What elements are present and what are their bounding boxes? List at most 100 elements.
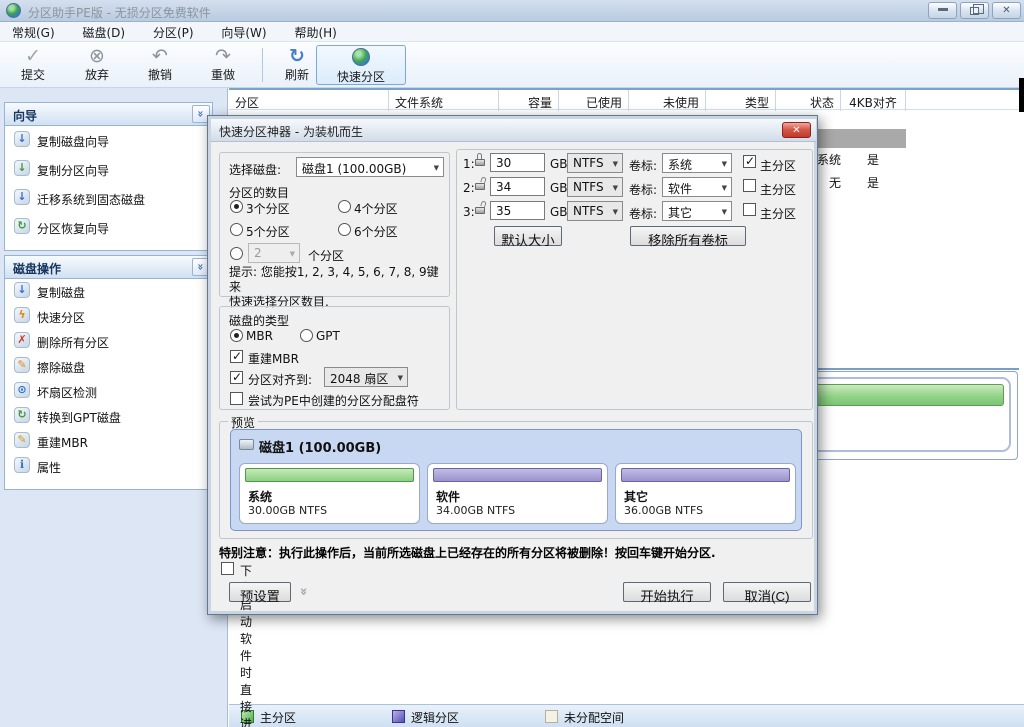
size-input-3[interactable]: 35 <box>490 201 545 220</box>
radio-5-partitions[interactable] <box>230 223 243 236</box>
sidebar-item-copy-disk[interactable]: ↓ 复制磁盘 <box>5 279 212 304</box>
menu-help[interactable]: 帮助(H) <box>282 22 348 42</box>
menu-partition[interactable]: 分区(P) <box>141 22 206 42</box>
menu-wizard[interactable]: 向导(W) <box>209 22 278 42</box>
sidebar: 向导 « ↓ 复制磁盘向导 ↓ 复制分区向导 ↓ 迁移系统到固态磁盘 ↻ 分区恢… <box>0 88 228 727</box>
radio-4-partitions[interactable] <box>338 200 351 213</box>
redo-icon: ↷ <box>194 45 252 67</box>
radio-mbr[interactable] <box>230 329 243 342</box>
chevron-collapse-icon[interactable]: « <box>297 587 312 595</box>
sidebar-item-copy-disk-wizard[interactable]: ↓ 复制磁盘向导 <box>5 126 212 155</box>
chevron-down-icon: ▼ <box>398 374 403 382</box>
radio-6-partitions[interactable] <box>338 223 351 236</box>
cancel-button[interactable]: 取消(C) <box>723 582 811 602</box>
copy-disk-icon: ↓ <box>14 282 30 298</box>
disk-icon <box>239 439 254 450</box>
preview-partition-software[interactable]: 软件 34.00GB NTFS <box>427 463 608 524</box>
fs-dropdown-1[interactable]: NTFS▼ <box>567 153 623 173</box>
volume-dropdown-3[interactable]: 其它▼ <box>662 201 732 221</box>
col-filesystem[interactable]: 文件系统 <box>389 90 499 111</box>
preview-partition-other[interactable]: 其它 36.00GB NTFS <box>615 463 796 524</box>
sidebar-item-delete-all-partitions[interactable]: ✗ 删除所有分区 <box>5 329 212 354</box>
partition-bar-purple <box>621 468 790 482</box>
align-dropdown[interactable]: 2048 扇区▼ <box>324 367 408 387</box>
disk-type-label: 磁盘的类型 <box>229 312 289 329</box>
undo-button[interactable]: ↶ 撤销 <box>131 45 189 85</box>
sidebar-item-rebuild-mbr[interactable]: ✎ 重建MBR <box>5 429 212 454</box>
assign-letter-checkbox[interactable] <box>230 392 243 405</box>
dialog-title-bar[interactable]: 快速分区神器 - 为装机而生 ✕ <box>211 119 816 142</box>
start-button[interactable]: 开始执行 <box>623 582 711 602</box>
remove-all-labels-button[interactable]: 移除所有卷标 <box>630 226 746 246</box>
wizard-panel-header: 向导 « <box>5 103 212 126</box>
rebuild-mbr-checkbox[interactable] <box>230 350 243 363</box>
partition-bar-purple <box>433 468 602 482</box>
unlock-icon[interactable] <box>474 200 488 216</box>
sidebar-item-convert-to-gpt[interactable]: ↻ 转换到GPT磁盘 <box>5 404 212 429</box>
preview-partition-system[interactable]: 系统 30.00GB NTFS <box>239 463 420 524</box>
primary-checkbox-3[interactable] <box>743 203 756 216</box>
col-4kb-align[interactable]: 4KB对齐 <box>841 90 906 111</box>
volume-dropdown-2[interactable]: 软件▼ <box>662 177 732 197</box>
quick-partition-button[interactable]: 快速分区 <box>316 45 406 85</box>
primary-checkbox-2[interactable] <box>743 179 756 192</box>
col-partition[interactable]: 分区 <box>229 90 389 111</box>
discard-icon: ⊗ <box>68 45 126 67</box>
volume-dropdown-1[interactable]: 系统▼ <box>662 153 732 173</box>
sidebar-item-copy-partition-wizard[interactable]: ↓ 复制分区向导 <box>5 155 212 184</box>
sidebar-item-properties[interactable]: ℹ 属性 <box>5 454 212 479</box>
close-button[interactable]: ✕ <box>992 2 1021 19</box>
col-used[interactable]: 已使用 <box>559 90 629 111</box>
custom-count-dropdown[interactable]: 2▼ <box>248 243 300 263</box>
custom-count-suffix: 个分区 <box>308 247 344 264</box>
col-status[interactable]: 状态 <box>776 90 841 111</box>
partition-recovery-icon: ↻ <box>14 218 30 234</box>
preview-group: 预览 磁盘1 (100.00GB) 系统 30.00GB NTFS 软件 34.… <box>219 421 813 539</box>
restore-button[interactable] <box>960 2 989 19</box>
preset-button[interactable]: 预设置 <box>229 582 291 602</box>
next-time-checkbox[interactable] <box>221 562 234 575</box>
minimize-button[interactable] <box>928 2 957 19</box>
quick-partition-dialog: 快速分区神器 - 为装机而生 ✕ 选择磁盘: 磁盘1 (100.00GB)▼ 分… <box>207 115 818 615</box>
sidebar-item-bad-sector-test[interactable]: ⊙ 坏扇区检测 <box>5 379 212 404</box>
fs-dropdown-2[interactable]: NTFS▼ <box>567 177 623 197</box>
col-capacity[interactable]: 容量 <box>499 90 559 111</box>
radio-3-partitions[interactable] <box>230 200 243 213</box>
disk-select-label: 选择磁盘: <box>229 161 281 178</box>
submit-button[interactable]: ✓ 提交 <box>4 45 62 85</box>
chevron-down-icon: ▼ <box>722 208 727 216</box>
partition-bar-green <box>245 468 414 482</box>
app-logo-icon <box>6 3 21 18</box>
menu-disk[interactable]: 磁盘(D) <box>71 22 138 42</box>
align-checkbox[interactable] <box>230 371 243 384</box>
default-size-button[interactable]: 默认大小 <box>494 226 562 246</box>
screen-edge-artifact <box>1019 78 1024 112</box>
sidebar-item-quick-partition[interactable]: ϟ 快速分区 <box>5 304 212 329</box>
redo-button[interactable]: ↷ 重做 <box>194 45 252 85</box>
wizard-panel: 向导 « ↓ 复制磁盘向导 ↓ 复制分区向导 ↓ 迁移系统到固态磁盘 ↻ 分区恢… <box>4 102 213 251</box>
dialog-close-button[interactable]: ✕ <box>782 122 811 138</box>
size-input-1[interactable]: 30 <box>490 153 545 172</box>
discard-button[interactable]: ⊗ 放弃 <box>68 45 126 85</box>
unlock-icon[interactable] <box>474 176 488 192</box>
disk-select-dropdown[interactable]: 磁盘1 (100.00GB)▼ <box>296 157 444 177</box>
sidebar-item-migrate-os[interactable]: ↓ 迁移系统到固态磁盘 <box>5 184 212 213</box>
legend-unallocated-space: 未分配空间 <box>545 709 624 725</box>
col-unused[interactable]: 未使用 <box>629 90 706 111</box>
lock-icon[interactable] <box>474 152 488 168</box>
radio-custom-count[interactable] <box>230 247 243 260</box>
chevron-down-icon: ▼ <box>613 208 618 216</box>
sidebar-item-partition-recovery[interactable]: ↻ 分区恢复向导 <box>5 213 212 242</box>
chevron-down-icon: ▼ <box>290 250 295 258</box>
info-icon: ℹ <box>14 457 30 473</box>
row-align-value: 是 <box>843 151 903 168</box>
fs-dropdown-3[interactable]: NTFS▼ <box>567 201 623 221</box>
radio-gpt[interactable] <box>300 329 313 342</box>
sidebar-item-wipe-disk[interactable]: ✎ 擦除磁盘 <box>5 354 212 379</box>
logical-partition-swatch-icon <box>392 710 405 723</box>
col-type[interactable]: 类型 <box>706 90 776 111</box>
menu-general[interactable]: 常规(G) <box>0 22 67 42</box>
partition-settings-group: 1: 30 GB NTFS▼ 卷标: 系统▼ 主分区 2: 34 GB NTFS… <box>456 149 813 410</box>
size-input-2[interactable]: 34 <box>490 177 545 196</box>
primary-checkbox-1[interactable] <box>743 155 756 168</box>
